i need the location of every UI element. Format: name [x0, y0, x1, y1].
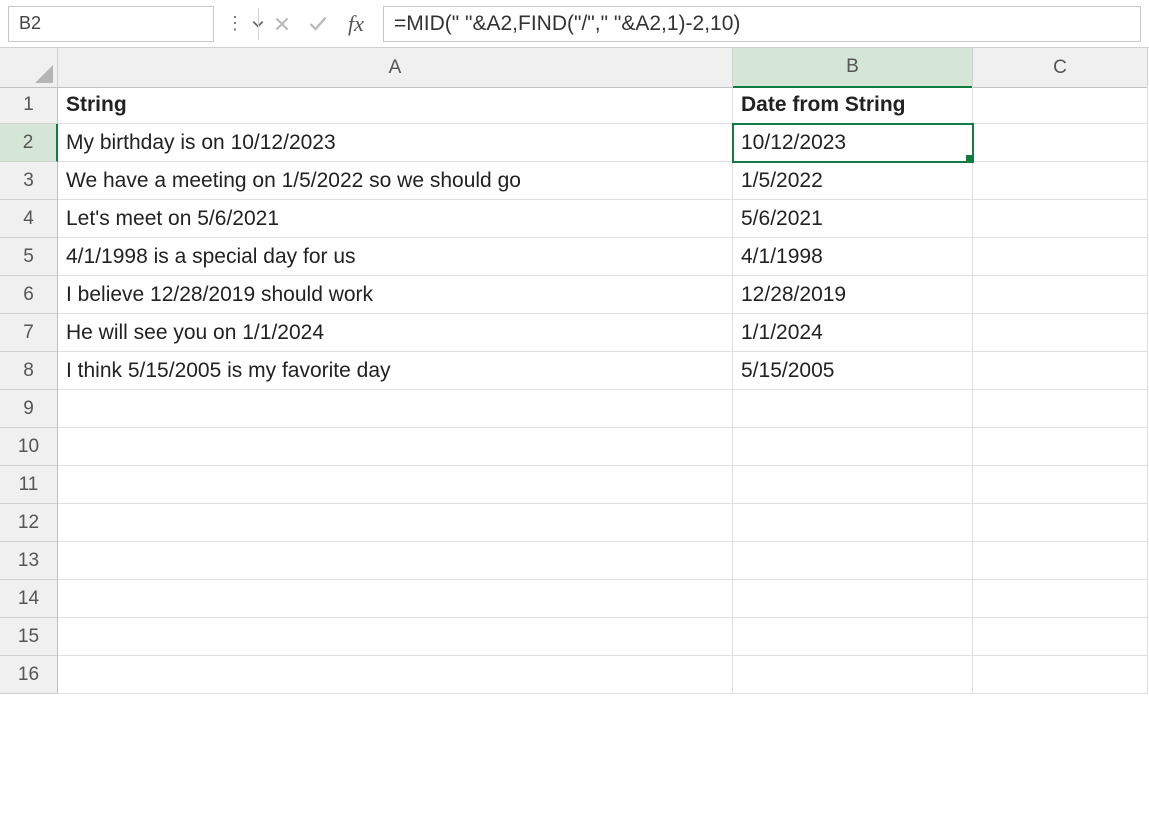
cell-B11[interactable]	[733, 466, 973, 504]
cell-B2[interactable]: 10/12/2023	[733, 124, 973, 162]
cell-A13[interactable]	[58, 542, 733, 580]
cell-C2[interactable]	[973, 124, 1148, 162]
cell-A6[interactable]: I believe 12/28/2019 should work	[58, 276, 733, 314]
cell-C7[interactable]	[973, 314, 1148, 352]
cell-A14[interactable]	[58, 580, 733, 618]
cell-B9[interactable]	[733, 390, 973, 428]
row-header-10[interactable]: 10	[0, 428, 58, 466]
row-header-2[interactable]: 2	[0, 124, 58, 162]
cell-C12[interactable]	[973, 504, 1148, 542]
cell-C9[interactable]	[973, 390, 1148, 428]
enter-check-icon[interactable]	[303, 7, 333, 41]
spreadsheet-grid[interactable]: ABC 1StringDate from String 2My birthday i…	[0, 48, 1149, 694]
name-box[interactable]	[19, 13, 251, 34]
separator	[258, 8, 259, 40]
row-header-11[interactable]: 11	[0, 466, 58, 504]
cell-A5[interactable]: 4/1/1998 is a special day for us	[58, 238, 733, 276]
cell-B3[interactable]: 1/5/2022	[733, 162, 973, 200]
row-header-1[interactable]: 1	[0, 86, 58, 124]
row-header-13[interactable]: 13	[0, 542, 58, 580]
cell-B14[interactable]	[733, 580, 973, 618]
cell-B1[interactable]: Date from String	[733, 86, 973, 124]
cell-A2[interactable]: My birthday is on 10/12/2023	[58, 124, 733, 162]
row-header-15[interactable]: 15	[0, 618, 58, 656]
cell-B7[interactable]: 1/1/2024	[733, 314, 973, 352]
cell-A3[interactable]: We have a meeting on 1/5/2022 so we shou…	[58, 162, 733, 200]
fx-icon[interactable]: fx	[339, 11, 373, 37]
dots-vertical-icon[interactable]: ⋮	[220, 7, 250, 41]
column-header-A[interactable]: A	[58, 48, 733, 88]
row-header-16[interactable]: 16	[0, 656, 58, 694]
select-all-corner[interactable]	[0, 48, 58, 88]
cell-A15[interactable]	[58, 618, 733, 656]
cell-C1[interactable]	[973, 86, 1148, 124]
cell-C3[interactable]	[973, 162, 1148, 200]
cell-A10[interactable]	[58, 428, 733, 466]
row-header-5[interactable]: 5	[0, 238, 58, 276]
cell-C8[interactable]	[973, 352, 1148, 390]
name-box-container[interactable]	[8, 6, 214, 42]
cell-B4[interactable]: 5/6/2021	[733, 200, 973, 238]
cell-B15[interactable]	[733, 618, 973, 656]
cancel-icon[interactable]	[267, 7, 297, 41]
row-header-14[interactable]: 14	[0, 580, 58, 618]
cell-C5[interactable]	[973, 238, 1148, 276]
cell-C14[interactable]	[973, 580, 1148, 618]
cell-A4[interactable]: Let's meet on 5/6/2021	[58, 200, 733, 238]
row-header-9[interactable]: 9	[0, 390, 58, 428]
cell-C6[interactable]	[973, 276, 1148, 314]
cell-A9[interactable]	[58, 390, 733, 428]
column-header-C[interactable]: C	[973, 48, 1148, 88]
cell-A16[interactable]	[58, 656, 733, 694]
cell-C11[interactable]	[973, 466, 1148, 504]
cell-A7[interactable]: He will see you on 1/1/2024	[58, 314, 733, 352]
cell-C4[interactable]	[973, 200, 1148, 238]
cell-A1[interactable]: String	[58, 86, 733, 124]
cell-B12[interactable]	[733, 504, 973, 542]
column-header-B[interactable]: B	[733, 48, 973, 88]
cell-B16[interactable]	[733, 656, 973, 694]
row-header-6[interactable]: 6	[0, 276, 58, 314]
formula-input-container[interactable]	[383, 6, 1141, 42]
row-header-8[interactable]: 8	[0, 352, 58, 390]
formula-bar: ⋮ fx	[0, 0, 1149, 48]
cell-C13[interactable]	[973, 542, 1148, 580]
cell-B13[interactable]	[733, 542, 973, 580]
row-header-3[interactable]: 3	[0, 162, 58, 200]
formula-input[interactable]	[394, 12, 1130, 36]
cell-C16[interactable]	[973, 656, 1148, 694]
cell-A8[interactable]: I think 5/15/2005 is my favorite day	[58, 352, 733, 390]
row-header-7[interactable]: 7	[0, 314, 58, 352]
cell-B5[interactable]: 4/1/1998	[733, 238, 973, 276]
cell-C15[interactable]	[973, 618, 1148, 656]
cell-A11[interactable]	[58, 466, 733, 504]
cell-A12[interactable]	[58, 504, 733, 542]
cell-C10[interactable]	[973, 428, 1148, 466]
cell-B10[interactable]	[733, 428, 973, 466]
row-header-12[interactable]: 12	[0, 504, 58, 542]
cell-B6[interactable]: 12/28/2019	[733, 276, 973, 314]
cell-B8[interactable]: 5/15/2005	[733, 352, 973, 390]
row-header-4[interactable]: 4	[0, 200, 58, 238]
